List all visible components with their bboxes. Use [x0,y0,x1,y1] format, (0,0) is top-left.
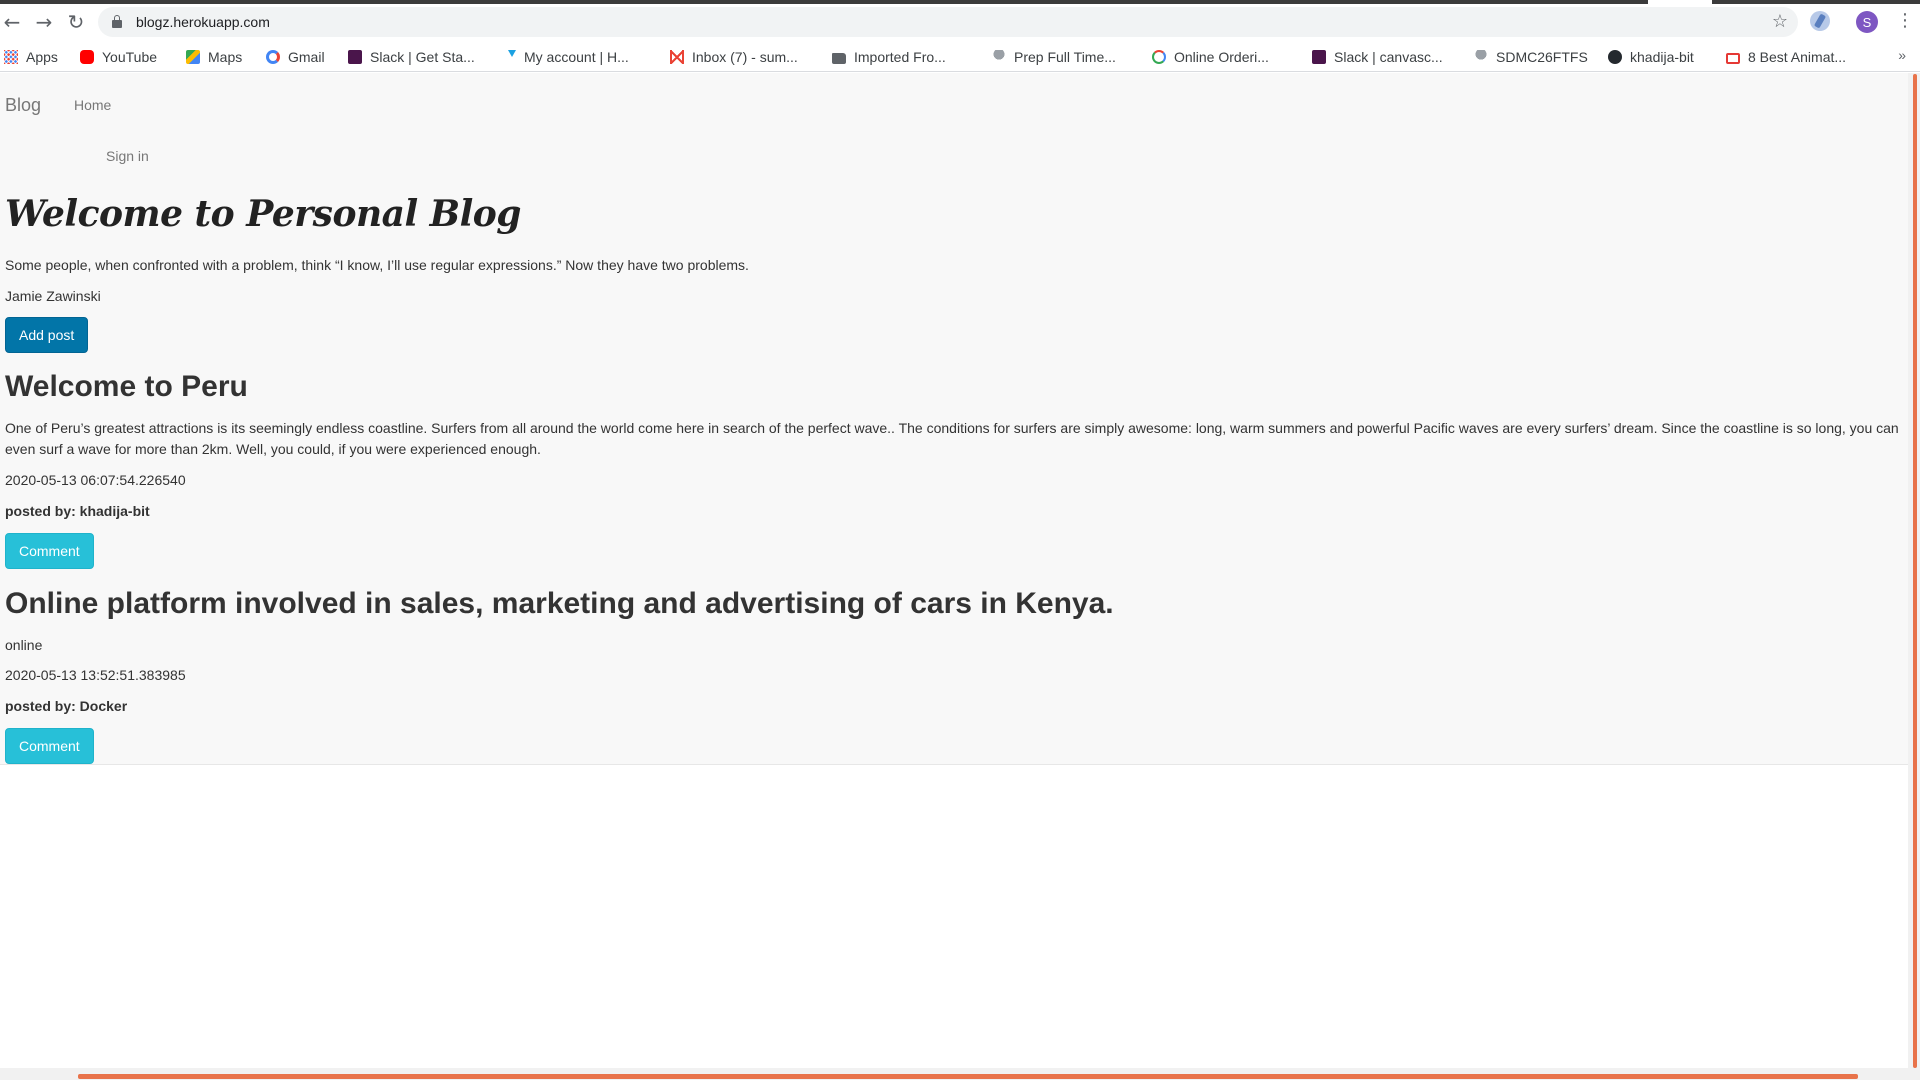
bookmark-item[interactable]: Slack | canvasc... [1312,48,1443,66]
bookmark-star-icon[interactable]: ☆ [1772,11,1788,32]
bookmark-label: 8 Best Animat... [1748,49,1847,65]
post-body: online [5,637,43,653]
hackerrank-icon [508,50,516,64]
comment-button[interactable]: Comment [5,533,94,569]
palm-icon [1474,50,1488,64]
bookmark-label: Inbox (7) - sum... [692,49,798,65]
bookmark-item[interactable]: My account | H... [508,48,629,66]
mail-icon [1726,52,1740,64]
add-post-button[interactable]: Add post [5,317,89,353]
bookmark-label: Maps [208,49,243,65]
nav-link-home[interactable]: Home [74,97,111,113]
extension-icon[interactable] [1810,11,1830,31]
bookmark-label: Apps [26,49,58,65]
bookmark-label: Slack | Get Sta... [370,49,475,65]
bookmark-item[interactable]: YouTube [80,48,157,66]
youtube-icon [80,50,94,64]
post-date: 2020-05-13 06:07:54.226540 [5,472,186,488]
gmail-icon [670,50,684,64]
post-date: 2020-05-13 13:52:51.383985 [5,667,186,683]
bookmark-label: SDMC26FTFS [1496,49,1588,65]
url-text[interactable]: blogz.herokuapp.com [136,14,270,30]
bookmark-label: My account | H... [524,49,629,65]
post-body: One of Peru’s greatest attractions is it… [5,420,1899,457]
apps-grid-icon [4,50,18,64]
bookmark-label: Online Orderi... [1174,49,1269,65]
blog-page: Blog Home Sign in Welcome to Personal Bl… [0,73,1908,765]
bookmark-item[interactable]: SDMC26FTFS [1474,48,1588,66]
post-title: Welcome to Peru [5,370,248,403]
bookmark-label: Slack | canvasc... [1334,49,1443,65]
forward-arrow-icon[interactable]: → [32,10,56,34]
bookmark-item[interactable]: Imported Fro... [832,48,946,66]
folder-icon [832,52,846,64]
bookmark-label: Prep Full Time... [1014,49,1116,65]
maps-icon [186,50,200,64]
bookmark-item[interactable]: khadija-bit [1608,48,1694,66]
quote-author: Jamie Zawinski [5,288,101,304]
bookmarks-overflow-button[interactable]: » [1898,47,1906,63]
bookmark-item[interactable]: 8 Best Animat... [1726,48,1846,66]
back-arrow-icon[interactable]: ← [0,10,24,34]
bookmark-item[interactable]: Slack | Get Sta... [348,48,475,66]
bookmark-item[interactable]: Gmail [266,48,325,66]
profile-avatar[interactable]: S [1856,11,1878,33]
bookmark-item[interactable]: Inbox (7) - sum... [670,48,798,66]
more-menu-icon[interactable]: ⋮ [1896,10,1914,31]
slack-icon [1312,50,1326,64]
browser-toolbar: ← → ↻ blogz.herokuapp.com ☆ S ⋮ [0,4,1920,42]
hero-quote: Some people, when confronted with a prob… [5,257,749,273]
bookmark-item[interactable]: Apps [4,48,58,66]
nav-link-signin[interactable]: Sign in [106,148,149,164]
reload-icon[interactable]: ↻ [64,10,88,34]
bookmark-label: Gmail [288,49,325,65]
github-icon [1608,50,1622,64]
circle-loader-icon [1152,50,1166,64]
bookmark-item[interactable]: Maps [186,48,242,66]
google-icon [266,50,280,64]
horizontal-scrollbar-thumb[interactable] [78,1074,1858,1079]
post-author: posted by: khadija-bit [5,503,150,519]
page-title: Welcome to Personal Blog [5,193,521,235]
address-bar[interactable]: blogz.herokuapp.com ☆ [98,7,1798,37]
post-title: Online platform involved in sales, marke… [5,587,1114,620]
bookmarks-bar: » Apps YouTube Maps Gmail Slack | Get Sta...… [0,42,1920,72]
navbar-brand[interactable]: Blog [5,95,41,116]
bookmark-item[interactable]: Prep Full Time... [992,48,1116,66]
slack-icon [348,50,362,64]
post-author: posted by: Docker [5,698,128,714]
comment-button[interactable]: Comment [5,728,94,764]
bookmark-label: Imported Fro... [854,49,946,65]
vertical-scrollbar-thumb[interactable] [1913,74,1917,1068]
bookmark-item[interactable]: Online Orderi... [1152,48,1269,66]
lock-icon [112,15,122,28]
palm-icon [992,50,1006,64]
bookmark-label: khadija-bit [1630,49,1694,65]
bookmark-label: YouTube [102,49,158,65]
